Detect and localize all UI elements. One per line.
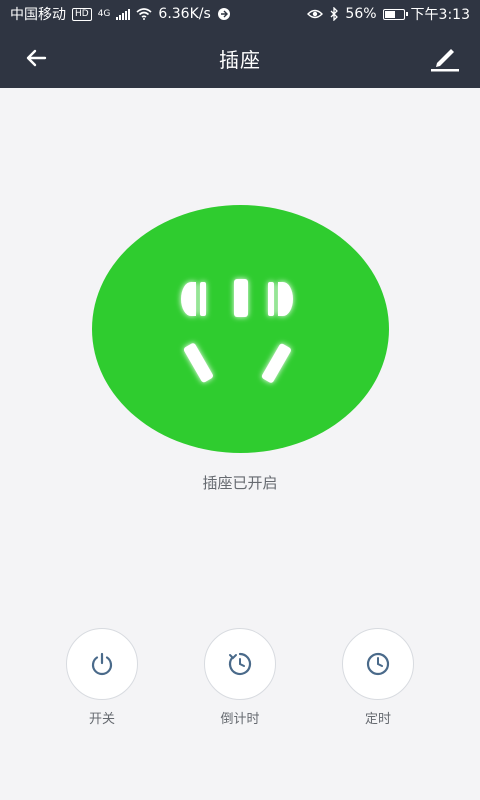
clock-icon: [366, 652, 390, 676]
power-switch-button[interactable]: [66, 628, 138, 700]
carrier-name: 中国移动: [10, 7, 66, 23]
battery-percent: 56%: [345, 6, 377, 22]
status-left: 中国移动 HD 4G 6.36K/s: [10, 4, 231, 24]
network-type: 4G: [97, 9, 111, 19]
schedule-button[interactable]: [342, 628, 414, 700]
socket-circle[interactable]: [92, 205, 389, 453]
countdown-label: 倒计时: [220, 712, 260, 727]
page-title: 插座: [219, 47, 261, 72]
battery-icon: [382, 8, 408, 20]
countdown-button[interactable]: [204, 628, 276, 700]
notification-icon: [217, 8, 230, 20]
action-bar: 开关 倒计时 定时: [0, 628, 480, 728]
bluetooth-icon: [330, 7, 339, 21]
status-right: 56% 下午3:13: [307, 4, 470, 24]
signal-icon: [116, 8, 131, 20]
schedule-action[interactable]: 定时: [338, 628, 418, 727]
socket-status-text: 插座已开启: [202, 474, 278, 492]
countdown-timer-icon: [228, 652, 252, 676]
power-switch-action[interactable]: 开关: [62, 628, 142, 727]
socket-toggle[interactable]: [92, 205, 389, 453]
power-switch-label: 开关: [88, 712, 115, 727]
hd-badge: HD: [72, 7, 92, 21]
wifi-icon: [136, 8, 152, 20]
edit-button[interactable]: [428, 40, 462, 74]
clock: 下午3:13: [410, 7, 470, 23]
countdown-action[interactable]: 倒计时: [200, 628, 280, 727]
back-button[interactable]: [20, 42, 52, 74]
status-bar: 中国移动 HD 4G 6.36K/s 56% 下午3:13: [0, 0, 480, 28]
app-bar: 插座: [0, 28, 480, 88]
pencil-icon: [431, 49, 459, 72]
power-socket-icon: [181, 279, 293, 383]
battery-level-fill: [384, 10, 395, 18]
power-icon: [91, 652, 113, 676]
schedule-label: 定时: [364, 712, 391, 727]
network-speed: 6.36K/s: [158, 6, 211, 22]
eye-icon: [307, 9, 324, 19]
arrow-left-icon: [26, 49, 47, 67]
